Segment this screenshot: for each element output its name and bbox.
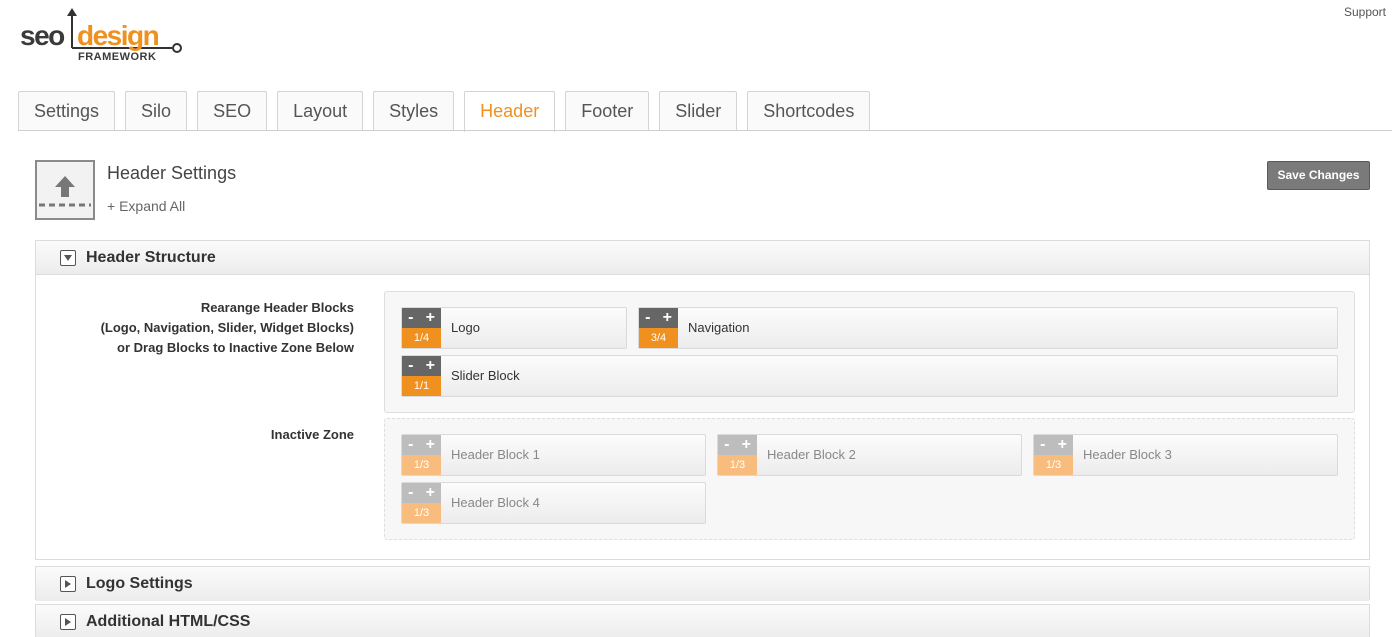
expand-arrow-icon (60, 614, 76, 630)
block-name: Header Block 1 (451, 447, 540, 462)
tab-settings[interactable]: Settings (18, 91, 116, 131)
section-header-structure-toggle[interactable]: Header Structure (36, 241, 1369, 275)
grow-button[interactable]: + (426, 358, 435, 374)
block-name: Logo (451, 320, 480, 335)
block-size-badge: 1/3 (402, 503, 441, 523)
tab-layout[interactable]: Layout (277, 91, 364, 131)
tab-styles[interactable]: Styles (373, 91, 455, 131)
block-header-1[interactable]: - + 1/3 Header Block 1 (401, 434, 706, 476)
tab-footer[interactable]: Footer (565, 91, 650, 131)
logo-framework-text: FRAMEWORK (78, 51, 157, 63)
tab-shortcodes[interactable]: Shortcodes (747, 91, 871, 131)
block-header-2[interactable]: - + 1/3 Header Block 2 (717, 434, 1022, 476)
block-size-control: - + 1/3 (1034, 435, 1073, 475)
section-additional-toggle[interactable]: Additional HTML/CSS (36, 605, 1369, 637)
block-size-badge: 3/4 (639, 328, 678, 348)
shrink-button[interactable]: - (408, 485, 413, 501)
block-name: Header Block 2 (767, 447, 856, 462)
block-size-badge: 1/3 (1034, 455, 1073, 475)
tab-silo[interactable]: Silo (125, 91, 188, 131)
block-name: Header Block 3 (1083, 447, 1172, 462)
active-zone[interactable]: - + 1/4 Logo - + 3/4 Navigation - + 1/1 Sli… (384, 291, 1355, 413)
block-name: Slider Block (451, 368, 520, 383)
logo: seo design FRAMEWORK (20, 6, 190, 68)
section-additional-html-css: Additional HTML/CSS (35, 604, 1370, 637)
inactive-zone-label: Inactive Zone (270, 427, 354, 442)
save-changes-button[interactable]: Save Changes (1267, 161, 1370, 190)
section-title: Header Structure (86, 248, 216, 266)
block-navigation[interactable]: - + 3/4 Navigation (638, 307, 1338, 349)
tab-slider[interactable]: Slider (659, 91, 738, 131)
grow-button[interactable]: + (426, 485, 435, 501)
tab-header[interactable]: Header (464, 91, 556, 132)
logo-design-text: design (77, 20, 160, 51)
shrink-button[interactable]: - (408, 310, 413, 326)
shrink-button[interactable]: - (1040, 437, 1045, 453)
shrink-button[interactable]: - (645, 310, 650, 326)
grow-button[interactable]: + (742, 437, 751, 453)
block-size-badge: 1/3 (718, 455, 757, 475)
tab-bar: Settings Silo SEO Layout Styles Header F… (18, 91, 880, 132)
expand-arrow-icon (60, 576, 76, 592)
section-logo-settings-toggle[interactable]: Logo Settings (36, 567, 1369, 601)
page-title: Header Settings (107, 163, 237, 183)
block-header-4[interactable]: - + 1/3 Header Block 4 (401, 482, 706, 524)
rearrange-label: Rearange Header Blocks (Logo, Navigation… (101, 298, 354, 358)
rearrange-label-line-2: (Logo, Navigation, Slider, Widget Blocks… (100, 320, 354, 335)
section-title: Additional HTML/CSS (86, 613, 251, 630)
block-size-control: - + 1/3 (402, 435, 441, 475)
grow-button[interactable]: + (426, 437, 435, 453)
block-size-control: - + 1/3 (718, 435, 757, 475)
block-header-3[interactable]: - + 1/3 Header Block 3 (1033, 434, 1338, 476)
tabs-divider (18, 130, 1392, 131)
block-slider[interactable]: - + 1/1 Slider Block (401, 355, 1338, 397)
block-size-badge: 1/3 (402, 455, 441, 475)
shrink-button[interactable]: - (408, 358, 413, 374)
rearrange-label-line-1: Rearange Header Blocks (200, 300, 354, 315)
block-size-control: - + 3/4 (639, 308, 678, 348)
collapse-arrow-icon (60, 249, 76, 266)
grow-button[interactable]: + (1058, 437, 1067, 453)
block-size-control: - + 1/4 (402, 308, 441, 348)
support-link[interactable]: Support (1344, 5, 1386, 19)
block-size-control: - + 1/3 (402, 483, 441, 523)
block-name: Navigation (688, 320, 750, 335)
inactive-zone[interactable]: - + 1/3 Header Block 1 - + 1/3 Header Bloc… (384, 418, 1355, 540)
expand-all-link[interactable]: + Expand All (107, 198, 185, 214)
shrink-button[interactable]: - (408, 437, 413, 453)
tab-seo[interactable]: SEO (197, 91, 268, 131)
logo-seo-text: seo (20, 20, 65, 51)
block-size-badge: 1/4 (402, 328, 441, 348)
rearrange-label-line-3: or Drag Blocks to Inactive Zone Below (117, 340, 354, 355)
block-size-badge: 1/1 (402, 376, 441, 396)
header-upload-icon (35, 160, 95, 220)
block-name: Header Block 4 (451, 495, 540, 510)
shrink-button[interactable]: - (724, 437, 729, 453)
section-title: Logo Settings (86, 575, 193, 592)
grow-button[interactable]: + (663, 310, 672, 326)
block-logo[interactable]: - + 1/4 Logo (401, 307, 627, 349)
grow-button[interactable]: + (426, 310, 435, 326)
block-size-control: - + 1/1 (402, 356, 441, 396)
section-logo-settings: Logo Settings (35, 566, 1370, 601)
section-header-structure: Header Structure Rearange Header Blocks … (35, 240, 1370, 560)
